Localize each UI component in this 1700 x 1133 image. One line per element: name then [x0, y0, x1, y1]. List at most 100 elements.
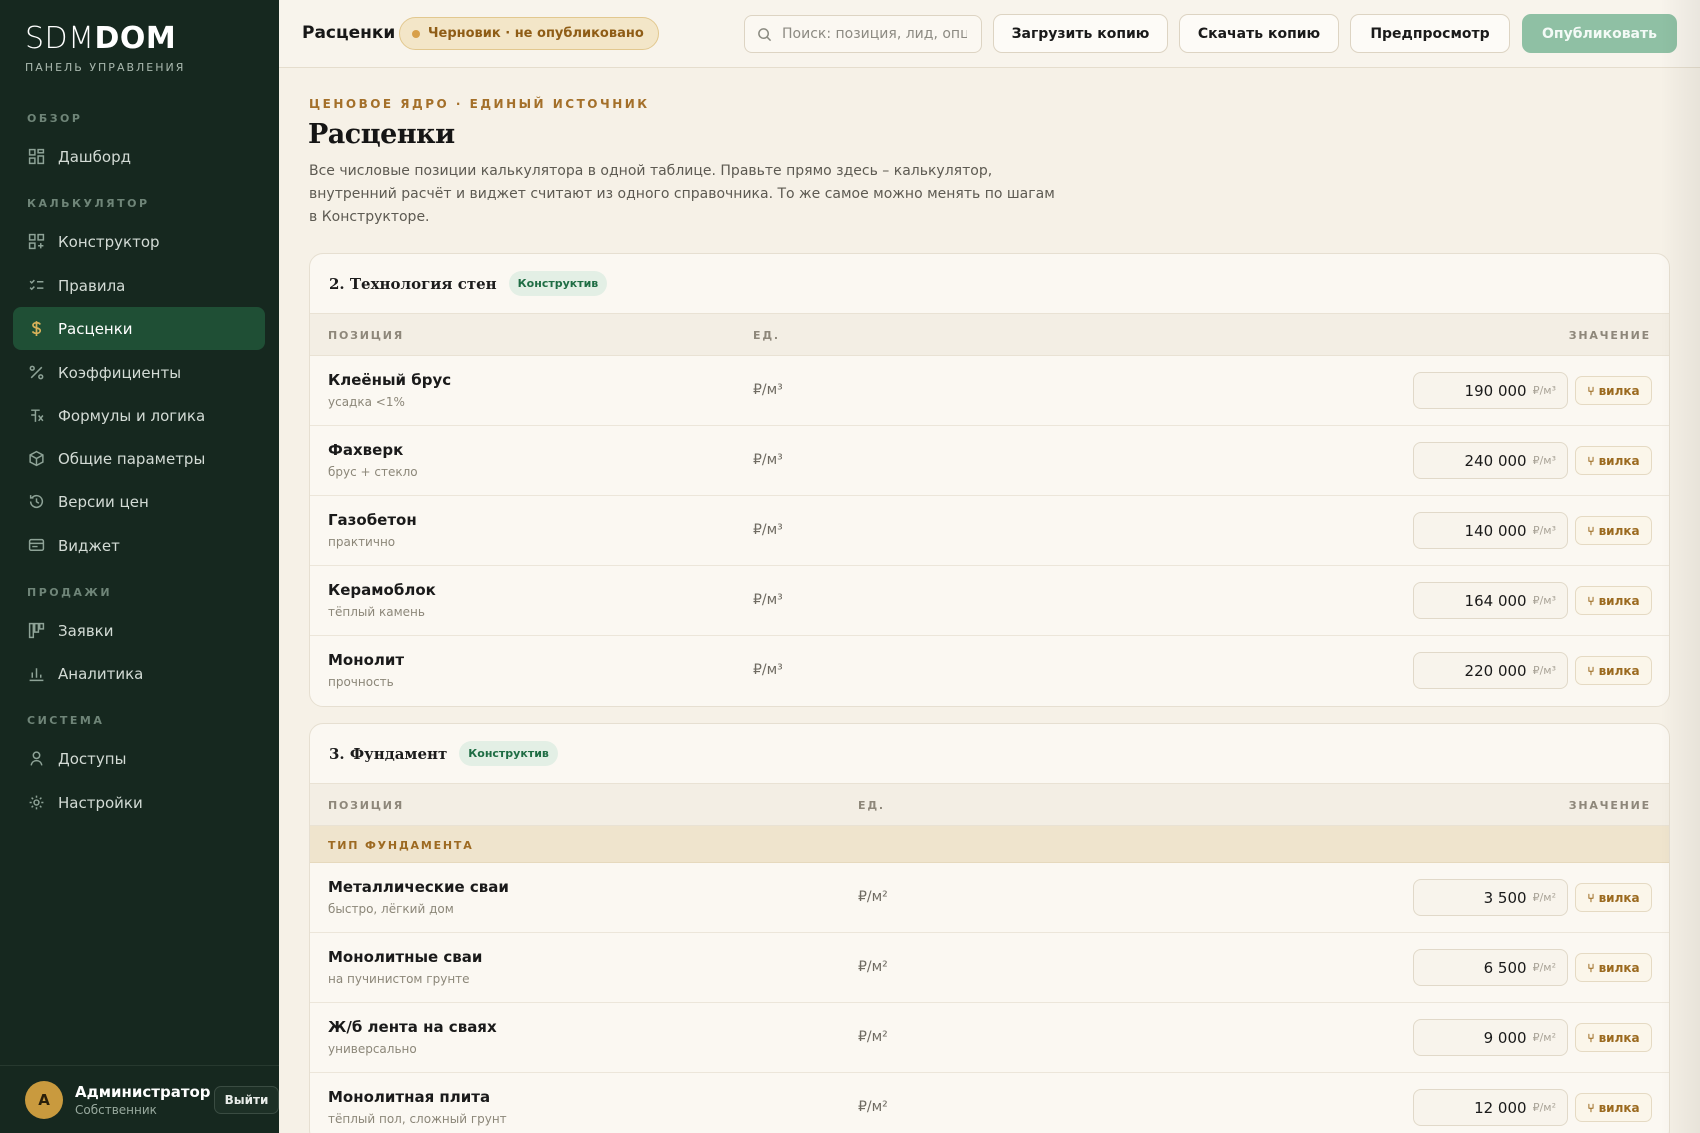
group-label: ТИП ФУНДАМЕНТА — [328, 839, 474, 852]
value-input[interactable]: 164 000 ₽/м³ — [1413, 582, 1568, 619]
page-title-top: Расценки — [302, 23, 396, 43]
function-icon — [27, 407, 45, 425]
fork-icon: ⑂ — [1587, 1100, 1595, 1115]
row-note: универсально — [328, 1042, 417, 1056]
dollar-icon — [27, 320, 45, 338]
range-button[interactable]: ⑂ вилка — [1575, 376, 1652, 405]
page-description: Все числовые позиции калькулятора в одно… — [309, 163, 1055, 225]
row-name: Монолитная плита — [328, 1088, 491, 1106]
value-input[interactable]: 9 000 ₽/м² — [1413, 1019, 1568, 1056]
value-number[interactable]: 220 000 — [1465, 662, 1527, 680]
table-row: Ж/б лента на сваях универсально ₽/м² 9 000 ₽… — [310, 1003, 1669, 1073]
row-name: Монолит — [328, 651, 405, 669]
sidebar-item-constructor[interactable]: Конструктор — [13, 220, 265, 263]
table-row: Металлические сваи быстро, лёгкий дом ₽/м²… — [310, 863, 1669, 933]
sidebar-item-requests[interactable]: Заявки — [13, 609, 265, 652]
sidebar-item-formulas[interactable]: Формулы и логика — [13, 394, 265, 437]
sidebar-item-params[interactable]: Общие параметры — [13, 437, 265, 480]
value-input[interactable]: 3 500 ₽/м² — [1413, 879, 1568, 916]
nav-section-system: СИСТЕМА — [27, 714, 105, 727]
value-input[interactable]: 240 000 ₽/м³ — [1413, 442, 1568, 479]
row-name: Керамоблок — [328, 581, 436, 599]
card-foundation: 3. Фундамент Конструктив ПОЗИЦИЯ ЕД. ЗНА… — [309, 723, 1670, 1133]
search-input[interactable] — [782, 26, 967, 42]
sidebar: SDMDOM ПАНЕЛЬ УПРАВЛЕНИЯ ОБЗОР Дашборд К… — [0, 0, 279, 1133]
range-button[interactable]: ⑂ вилка — [1575, 656, 1652, 685]
value-input[interactable]: 6 500 ₽/м² — [1413, 949, 1568, 986]
dashboard-icon — [27, 148, 45, 166]
range-button[interactable]: ⑂ вилка — [1575, 1093, 1652, 1122]
range-button[interactable]: ⑂ вилка — [1575, 586, 1652, 615]
user-info: Администратор Собственник — [75, 1083, 211, 1117]
value-number[interactable]: 140 000 — [1465, 522, 1527, 540]
sidebar-item-rules[interactable]: Правила — [13, 264, 265, 307]
topbar: Расценки Черновик · не опубликовано Загр… — [279, 0, 1700, 68]
sidebar-item-analytics[interactable]: Аналитика — [13, 652, 265, 695]
value-input[interactable]: 12 000 ₽/м² — [1413, 1089, 1568, 1126]
preview-button[interactable]: Предпросмотр — [1350, 14, 1510, 53]
publish-button[interactable]: Опубликовать — [1522, 14, 1677, 53]
sidebar-item-label: Правила — [58, 276, 126, 295]
card-tag: Конструктив — [508, 271, 608, 296]
value-input[interactable]: 190 000 ₽/м³ — [1413, 372, 1568, 409]
value-number[interactable]: 190 000 — [1465, 382, 1527, 400]
range-button[interactable]: ⑂ вилка — [1575, 1023, 1652, 1052]
value-unit: ₽/м² — [1532, 891, 1556, 904]
value-input[interactable]: 140 000 ₽/м³ — [1413, 512, 1568, 549]
range-label: вилка — [1598, 890, 1640, 905]
range-label: вилка — [1598, 1030, 1640, 1045]
card-header: 2. Технология стен Конструктив — [310, 254, 1669, 314]
sidebar-item-widget[interactable]: Виджет — [13, 524, 265, 567]
range-label: вилка — [1598, 383, 1640, 398]
value-number[interactable]: 3 500 — [1484, 889, 1527, 907]
brand-subtitle: ПАНЕЛЬ УПРАВЛЕНИЯ — [25, 61, 186, 74]
row-unit: ₽/м² — [858, 1099, 888, 1115]
range-button[interactable]: ⑂ вилка — [1575, 516, 1652, 545]
download-copy-button[interactable]: Скачать копию — [1179, 14, 1339, 53]
table-row: Монолитные сваи на пучинистом грунте ₽/м² 6… — [310, 933, 1669, 1003]
value-number[interactable]: 9 000 — [1484, 1029, 1527, 1047]
table-row: Клеёный брус усадка <1% ₽/м³ 190 000 ₽/м³ ⑂ ви… — [310, 356, 1669, 426]
value-number[interactable]: 6 500 — [1484, 959, 1527, 977]
sidebar-item-label: Аналитика — [58, 664, 144, 683]
history-icon — [27, 493, 45, 511]
sidebar-item-settings[interactable]: Настройки — [13, 781, 265, 824]
card-tag: Конструктив — [459, 741, 558, 766]
search-box[interactable] — [744, 15, 982, 53]
sidebar-item-label: Формулы и логика — [58, 406, 206, 425]
upload-copy-button[interactable]: Загрузить копию — [993, 14, 1168, 53]
sidebar-item-label: Настройки — [58, 793, 143, 812]
table-row: Монолитная плита тёплый пол, сложный грун… — [310, 1073, 1669, 1133]
sidebar-item-label: Конструктор — [58, 232, 160, 251]
value-number[interactable]: 12 000 — [1474, 1099, 1527, 1117]
sidebar-item-versions[interactable]: Версии цен — [13, 480, 265, 523]
range-button[interactable]: ⑂ вилка — [1575, 446, 1652, 475]
row-note: прочность — [328, 675, 394, 689]
row-unit: ₽/м² — [858, 959, 888, 975]
brand[interactable]: SDMDOM ПАНЕЛЬ УПРАВЛЕНИЯ — [25, 24, 186, 75]
row-note: практично — [328, 535, 396, 549]
row-note: на пучинистом грунте — [328, 972, 470, 986]
table-row: Газобетон практично ₽/м³ 140 000 ₽/м³ ⑂ вилка — [310, 496, 1669, 566]
value-input[interactable]: 220 000 ₽/м³ — [1413, 652, 1568, 689]
fork-icon: ⑂ — [1587, 663, 1595, 678]
sidebar-item-label: Доступы — [58, 749, 127, 768]
value-number[interactable]: 164 000 — [1465, 592, 1527, 610]
range-button[interactable]: ⑂ вилка — [1575, 883, 1652, 912]
avatar[interactable]: А — [25, 1080, 63, 1119]
sidebar-item-prices[interactable]: Расценки — [13, 307, 265, 350]
row-name: Ж/б лента на сваях — [328, 1018, 497, 1036]
row-unit: ₽/м³ — [753, 452, 783, 468]
sidebar-item-access[interactable]: Доступы — [13, 737, 265, 780]
table-body: Клеёный брус усадка <1% ₽/м³ 190 000 ₽/м³ ⑂ ви… — [310, 356, 1669, 706]
col-position: ПОЗИЦИЯ — [328, 329, 405, 342]
status-badge: Черновик · не опубликовано — [399, 17, 659, 50]
value-unit: ₽/м² — [1532, 961, 1556, 974]
value-unit: ₽/м³ — [1532, 524, 1556, 537]
logout-button[interactable]: Выйти — [214, 1086, 279, 1114]
range-button[interactable]: ⑂ вилка — [1575, 953, 1652, 982]
sidebar-item-coefficients[interactable]: Коэффициенты — [13, 351, 265, 394]
range-label: вилка — [1598, 1100, 1640, 1115]
sidebar-item-dashboard[interactable]: Дашборд — [13, 135, 265, 178]
value-number[interactable]: 240 000 — [1465, 452, 1527, 470]
